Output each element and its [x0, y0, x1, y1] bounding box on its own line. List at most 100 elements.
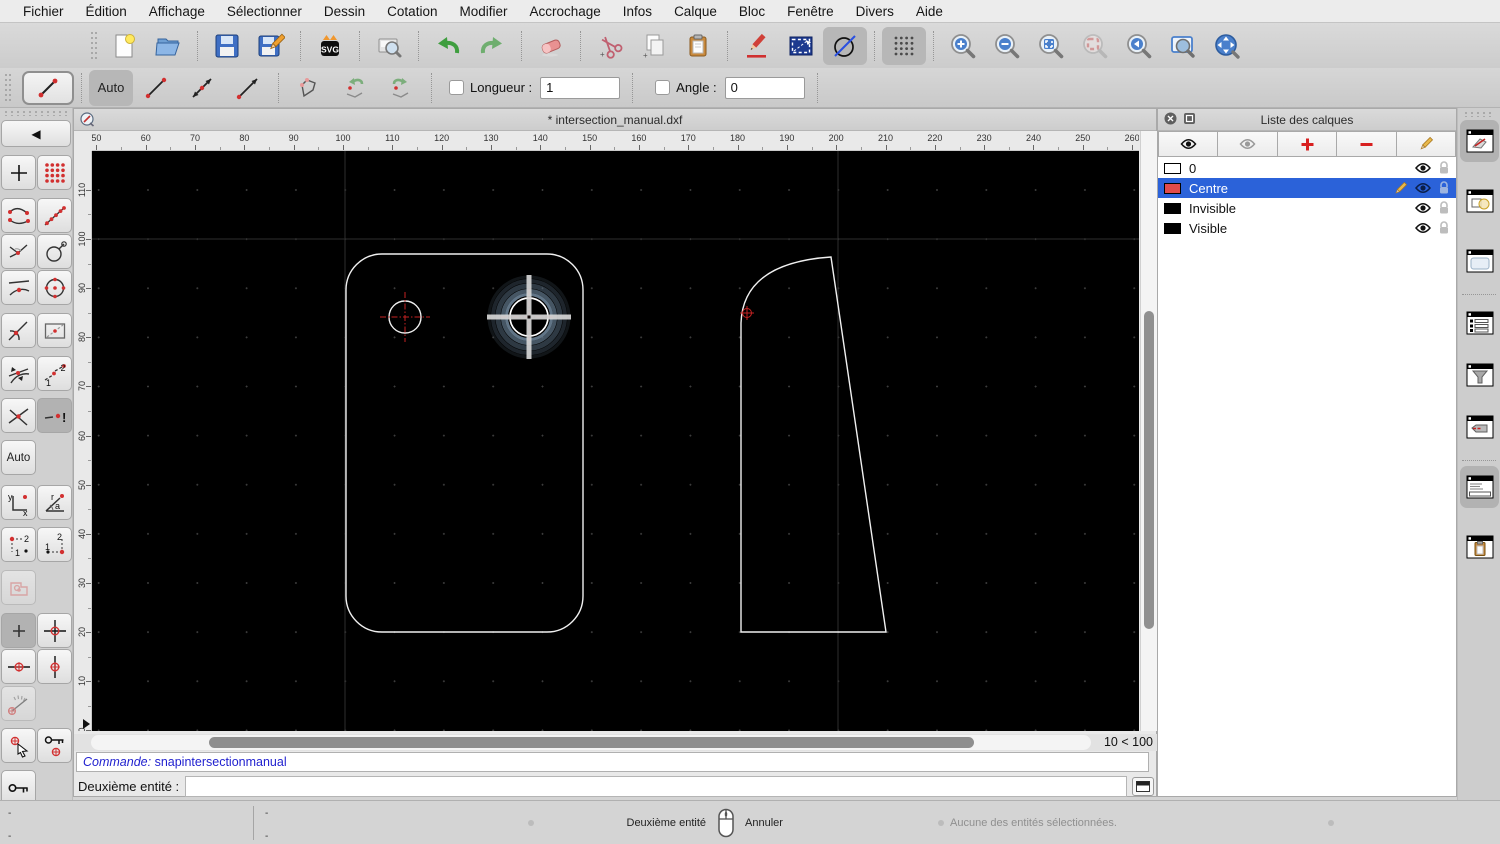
restrict-nothing-button[interactable] — [1, 613, 36, 648]
toggle-command-window-button[interactable] — [1460, 466, 1499, 508]
zoom-window-button[interactable] — [1161, 27, 1205, 65]
horizontal-scrollbar[interactable] — [91, 735, 1091, 750]
layer-visibility-icon[interactable] — [1415, 222, 1431, 234]
close-polyline-button[interactable] — [286, 70, 332, 106]
snap-intersection-button[interactable] — [1, 398, 36, 433]
drawing-window-titlebar[interactable]: * intersection_manual.dxf — [74, 109, 1156, 131]
restrict-orthogonal-button[interactable] — [37, 613, 72, 648]
menu-bloc[interactable]: Bloc — [728, 4, 776, 19]
palette-back-button[interactable]: ◀ — [1, 120, 71, 147]
layer-color-swatch[interactable] — [1164, 162, 1181, 174]
snap-tangent-button[interactable] — [1, 313, 36, 348]
toggle-block-list-button[interactable] — [1460, 180, 1499, 222]
drawing-canvas[interactable] — [92, 151, 1139, 731]
menu-cotation[interactable]: Cotation — [376, 4, 448, 19]
export-svg-button[interactable]: SVG — [308, 27, 352, 65]
snap-perpendicular-button[interactable] — [1, 234, 36, 269]
delete-button[interactable] — [529, 27, 573, 65]
snap-circle-button[interactable] — [37, 234, 72, 269]
options-auto-toggle[interactable]: Auto — [89, 69, 133, 106]
copy-button[interactable]: + — [632, 27, 676, 65]
coordinate-polar-button[interactable]: ra — [37, 485, 72, 520]
snap-to-selection-button[interactable] — [1, 728, 36, 763]
layer-lock-icon[interactable] — [1438, 221, 1450, 235]
line-one-direction-button[interactable] — [225, 70, 271, 106]
select-window-button[interactable] — [779, 27, 823, 65]
undo-button[interactable] — [426, 27, 470, 65]
snap-endpoints-button[interactable] — [1, 198, 36, 233]
snap-on-entity-button[interactable] — [37, 198, 72, 233]
angle-checkbox[interactable] — [655, 80, 671, 95]
snap-intersection-manual-button[interactable]: ! — [37, 398, 72, 433]
menu-edition[interactable]: Édition — [75, 4, 138, 19]
print-preview-button[interactable] — [367, 27, 411, 65]
menu-infos[interactable]: Infos — [612, 4, 663, 19]
show-all-layers-button[interactable] — [1158, 131, 1219, 157]
zoom-selection-button[interactable] — [1073, 27, 1117, 65]
layer-color-swatch[interactable] — [1164, 222, 1181, 234]
length-checkbox[interactable] — [449, 80, 464, 95]
coordinate-xy-button[interactable]: yx — [1, 485, 36, 520]
layer-visibility-icon[interactable] — [1415, 202, 1431, 214]
float-panel-button[interactable] — [1183, 112, 1196, 128]
grid-toggle-button[interactable] — [882, 26, 926, 65]
layer-row-invisible[interactable]: Invisible — [1158, 198, 1456, 218]
points-12-b-button[interactable]: 12 — [37, 527, 72, 562]
zoom-previous-button[interactable] — [1117, 27, 1161, 65]
layer-color-swatch[interactable] — [1164, 202, 1181, 214]
menu-modifier[interactable]: Modifier — [448, 4, 518, 19]
angle-input[interactable] — [724, 76, 805, 99]
vertical-scrollbar-thumb[interactable] — [1144, 311, 1154, 629]
keyboard-toggle-button[interactable] — [1132, 777, 1154, 796]
zoom-pan-button[interactable] — [1205, 27, 1249, 65]
layer-visibility-icon[interactable] — [1415, 182, 1431, 194]
angle-gauge-button[interactable] — [1, 686, 36, 721]
layer-lock-icon[interactable] — [1438, 181, 1450, 195]
undo-segment-button[interactable] — [332, 70, 378, 106]
layer-row-centre[interactable]: Centre — [1158, 178, 1456, 198]
snap-free-button[interactable] — [1, 155, 36, 190]
toggle-pen-palette-button[interactable] — [1460, 406, 1499, 448]
menu-selectionner[interactable]: Sélectionner — [216, 4, 313, 19]
snap-middle-button[interactable] — [1, 270, 36, 305]
add-layer-button[interactable] — [1277, 131, 1338, 157]
zoom-out-button[interactable] — [985, 27, 1029, 65]
left-hole-entity[interactable] — [380, 292, 430, 342]
menu-affichage[interactable]: Affichage — [138, 4, 216, 19]
snap-intersection-12-button[interactable]: 12 — [37, 356, 72, 391]
palette-auto-button[interactable]: Auto — [1, 440, 36, 475]
line-two-points-button[interactable] — [133, 70, 179, 106]
layer-lock-icon[interactable] — [1438, 201, 1450, 215]
snap-distance-button[interactable] — [37, 313, 72, 348]
layer-visibility-icon[interactable] — [1415, 162, 1431, 174]
edit-layer-button[interactable] — [1396, 131, 1457, 157]
hide-all-layers-button[interactable] — [1218, 131, 1278, 157]
new-document-button[interactable] — [102, 27, 146, 65]
points-12-a-button[interactable]: 12 — [1, 527, 36, 562]
menu-divers[interactable]: Divers — [845, 4, 905, 19]
length-input[interactable] — [540, 76, 621, 99]
menu-fenetre[interactable]: Fenêtre — [776, 4, 845, 19]
layer-row-0[interactable]: 0 — [1158, 158, 1456, 178]
circle-line-button[interactable] — [823, 26, 867, 65]
toggle-entity-list-button[interactable] — [1460, 302, 1499, 344]
layer-color-swatch[interactable] — [1164, 182, 1181, 194]
restrict-vertical-button[interactable] — [37, 649, 72, 684]
snap-intersection-auto-button[interactable] — [1, 356, 36, 391]
save-as-button[interactable] — [249, 27, 293, 65]
lock-relative-zero-button[interactable] — [37, 728, 72, 763]
close-panel-button[interactable] — [1164, 112, 1177, 128]
zoom-in-button[interactable] — [941, 27, 985, 65]
layer-lock-icon[interactable] — [1438, 161, 1450, 175]
toggle-layer-list-button[interactable] — [1460, 120, 1499, 162]
remove-layer-button[interactable] — [1337, 131, 1397, 157]
menu-fichier[interactable]: Fichier — [12, 4, 75, 19]
side-profile-entity[interactable] — [740, 256, 887, 633]
paste-button[interactable] — [676, 27, 720, 65]
layer-row-visible[interactable]: Visible — [1158, 218, 1456, 238]
command-input[interactable] — [185, 776, 1127, 797]
menu-dessin[interactable]: Dessin — [313, 4, 376, 19]
vertical-scrollbar[interactable] — [1140, 131, 1157, 731]
layer-edit-icon[interactable] — [1393, 181, 1408, 196]
open-file-button[interactable] — [146, 27, 190, 65]
